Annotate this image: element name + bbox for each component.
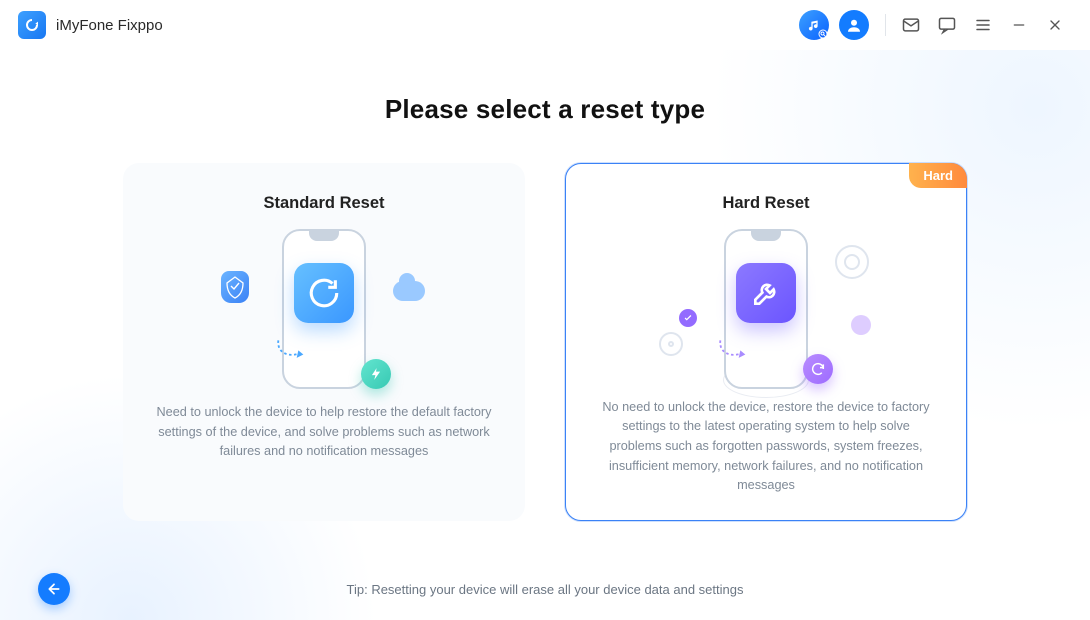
card-standard-title: Standard Reset	[263, 194, 384, 213]
shield-icon	[221, 271, 249, 303]
app-window: iMyFone Fixppo	[0, 0, 1090, 620]
mail-icon[interactable]	[894, 8, 928, 42]
itunes-icon[interactable]	[797, 8, 831, 42]
card-hard-reset[interactable]: Hard Hard Reset	[565, 163, 967, 521]
card-standard-reset[interactable]: Standard Reset Need to unlock the de	[123, 163, 525, 521]
lightning-icon	[361, 359, 391, 389]
content-area: Please select a reset type Standard Rese…	[0, 50, 1090, 620]
card-hard-title: Hard Reset	[722, 194, 809, 213]
titlebar-divider	[885, 14, 886, 36]
titlebar: iMyFone Fixppo	[0, 0, 1090, 50]
hard-badge: Hard	[909, 163, 967, 188]
minimize-button[interactable]	[1002, 8, 1036, 42]
card-hard-desc: No need to unlock the device, restore th…	[594, 398, 938, 496]
cards-row: Standard Reset Need to unlock the de	[123, 163, 967, 521]
page-heading: Please select a reset type	[385, 94, 705, 125]
hard-illustration	[681, 225, 851, 390]
app-logo-icon	[18, 11, 46, 39]
footer-tip: Tip: Resetting your device will erase al…	[347, 582, 744, 597]
arrow-icon	[273, 337, 307, 367]
titlebar-left: iMyFone Fixppo	[18, 11, 163, 39]
arrow-icon-2	[715, 337, 749, 367]
titlebar-right	[797, 8, 1072, 42]
gear-icon-2	[659, 332, 683, 356]
app-title: iMyFone Fixppo	[56, 17, 163, 34]
footer: Tip: Resetting your device will erase al…	[0, 558, 1090, 620]
check-dot-icon	[679, 309, 697, 327]
standard-illustration	[239, 225, 409, 395]
dot-icon	[851, 315, 871, 335]
sync-icon	[803, 354, 833, 384]
menu-icon[interactable]	[966, 8, 1000, 42]
wrench-icon	[736, 263, 796, 323]
gear-icon	[835, 245, 869, 279]
close-button[interactable]	[1038, 8, 1072, 42]
card-standard-desc: Need to unlock the device to help restor…	[152, 403, 496, 462]
cloud-icon	[393, 281, 425, 301]
back-button[interactable]	[38, 573, 70, 605]
feedback-icon[interactable]	[930, 8, 964, 42]
restore-icon	[294, 263, 354, 323]
account-icon[interactable]	[837, 8, 871, 42]
